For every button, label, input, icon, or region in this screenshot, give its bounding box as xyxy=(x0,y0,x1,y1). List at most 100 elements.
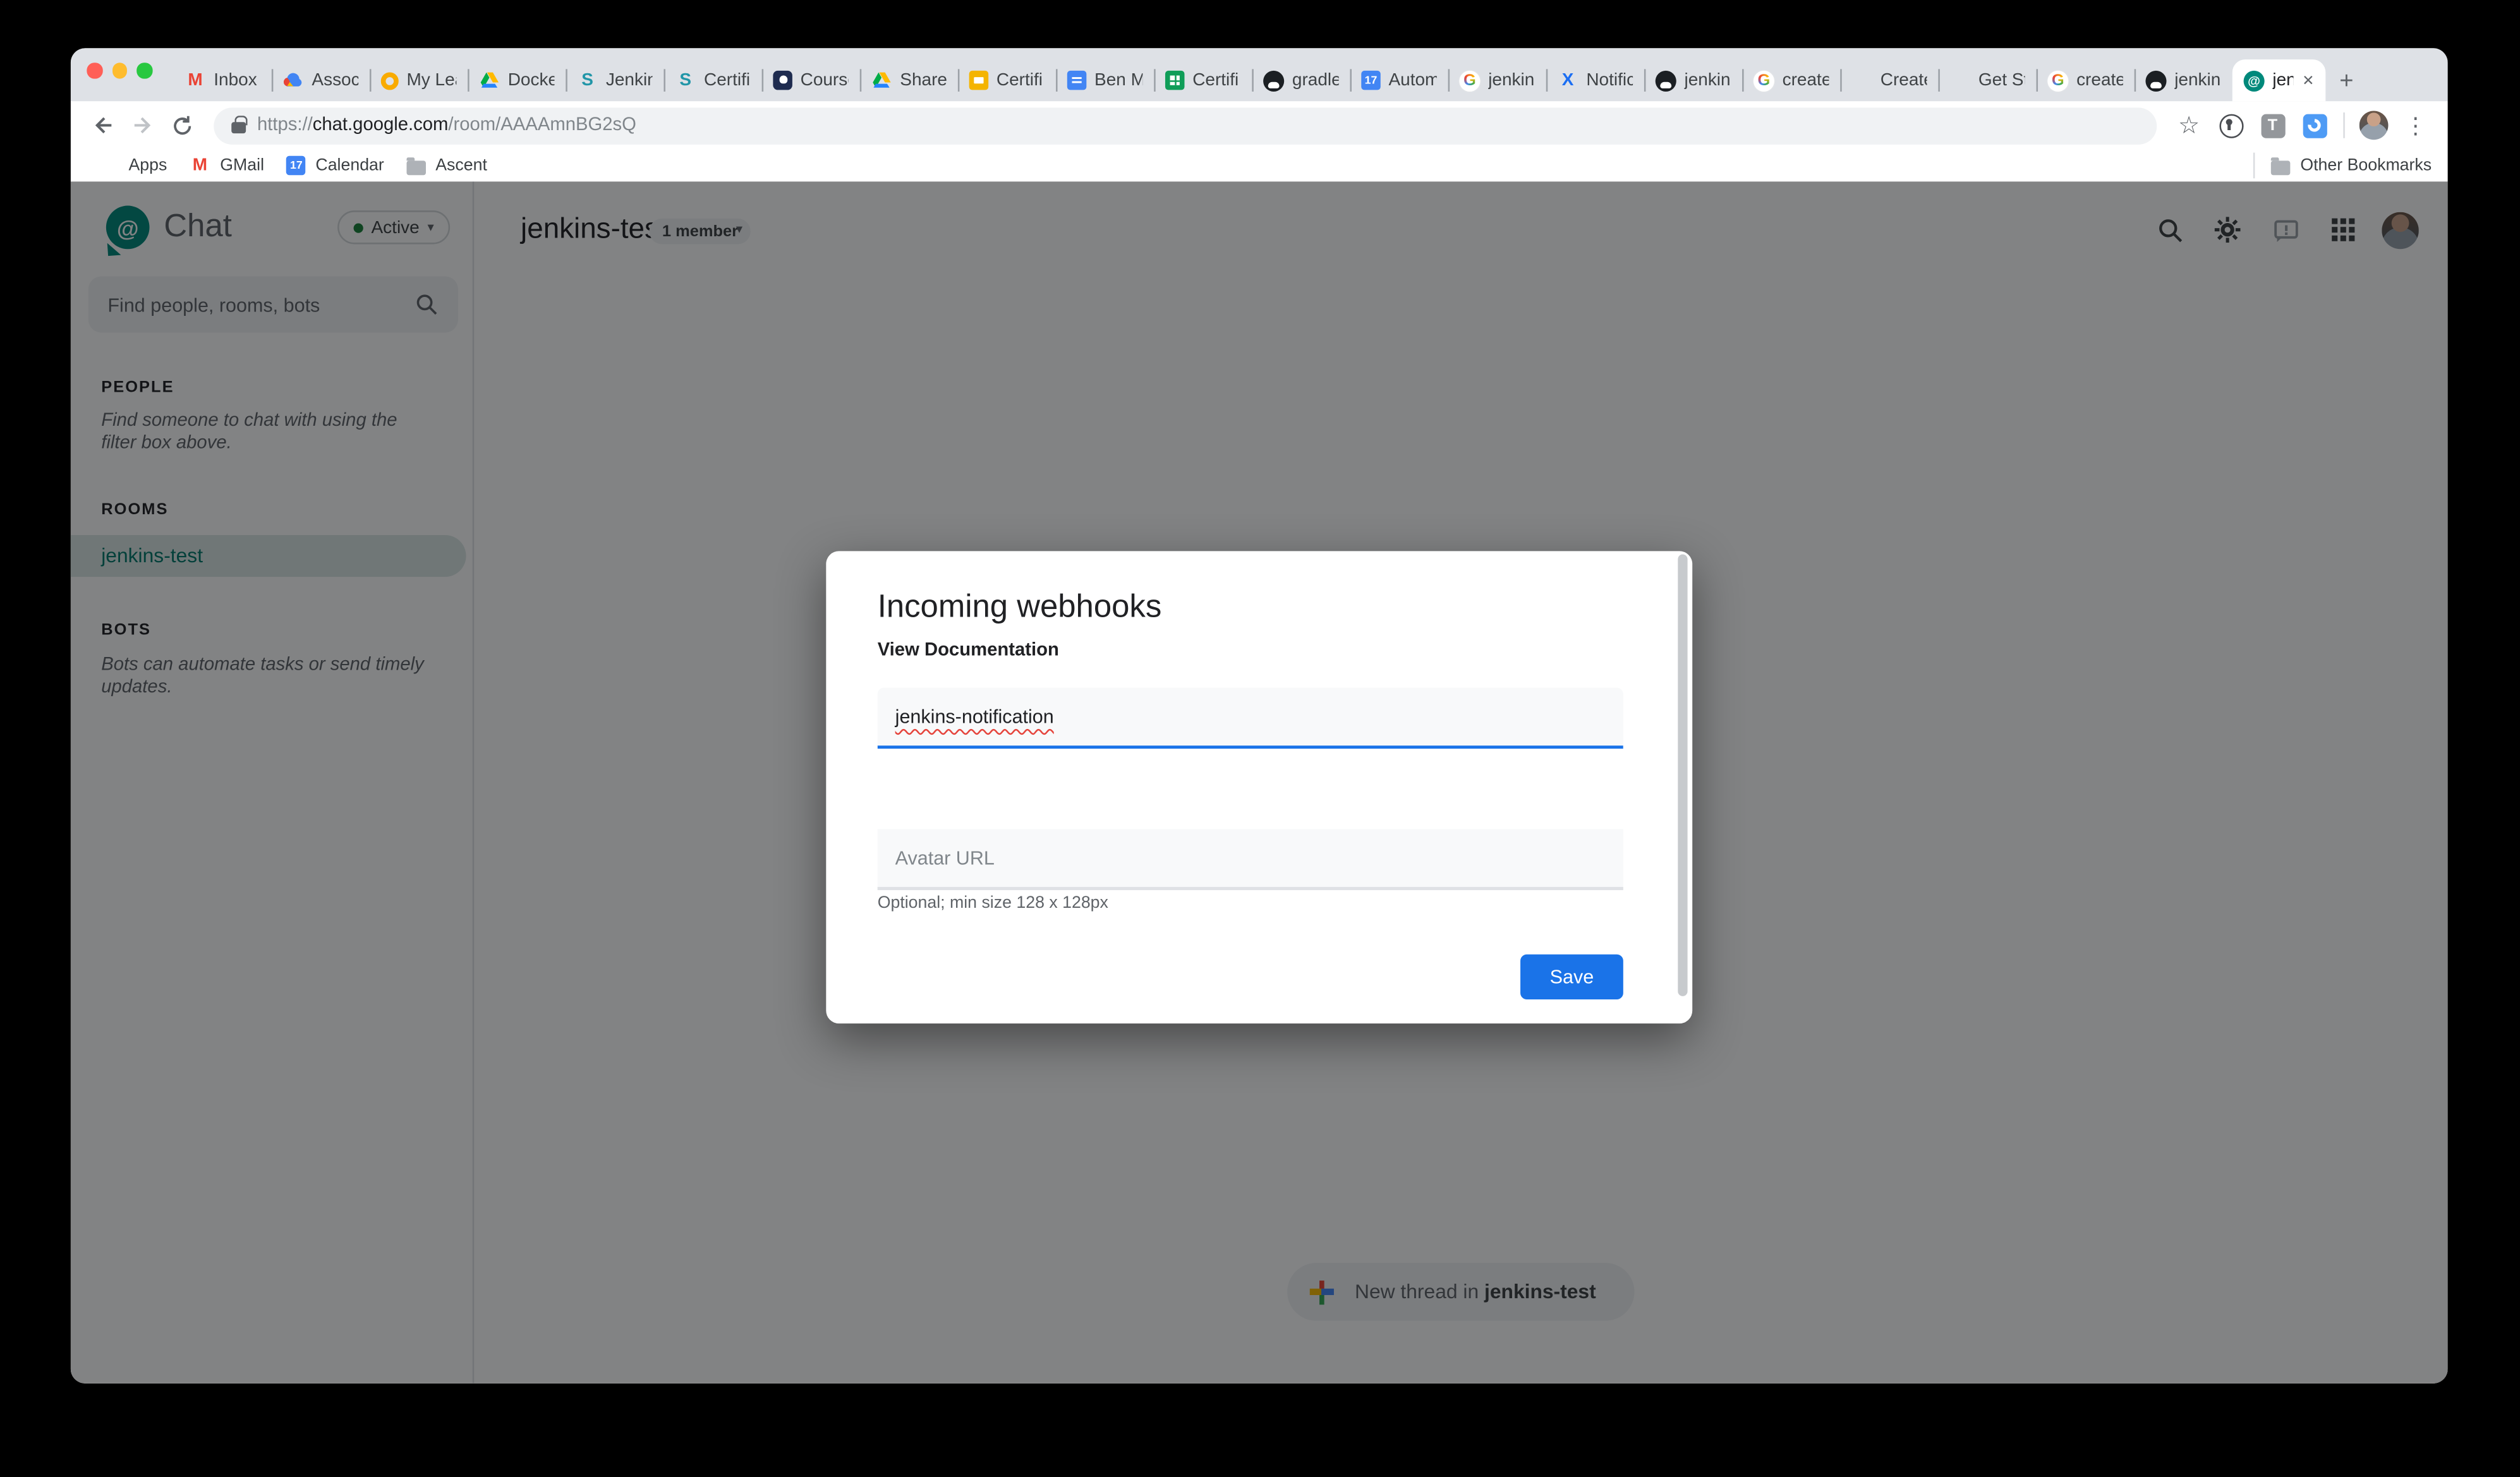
google-slides-icon xyxy=(969,71,989,90)
tab-jenkins[interactable]: SJenkins xyxy=(566,59,663,101)
tab-inbox-[interactable]: M Inbox ( xyxy=(174,59,272,101)
bookmark-apps[interactable]: Apps xyxy=(87,151,178,180)
slack-icon xyxy=(1949,70,1970,91)
dialog-title: Incoming webhooks xyxy=(878,589,1162,626)
lock-icon xyxy=(231,122,246,133)
tab-label: create xyxy=(2076,71,2123,90)
tab-label: jenkins xyxy=(2174,71,2221,90)
tab-certifi[interactable]: Certifi xyxy=(1154,59,1252,101)
browser-window: MInbox (AssociMy LeaDockerSJenkinsSCerti… xyxy=(71,48,2448,1384)
tab-label: create xyxy=(1783,71,1829,90)
browser-toolbar: https://chat.google.com/room/AAAAmnBG2sQ… xyxy=(71,101,2448,149)
tab-create[interactable]: Gcreate xyxy=(1742,59,1840,101)
swirl-extension-button[interactable] xyxy=(2295,106,2334,145)
tab-my-lea[interactable]: My Lea xyxy=(370,59,468,101)
google-chat-icon: @ xyxy=(2244,70,2265,91)
webhook-name-value: jenkins-notification xyxy=(895,706,1054,728)
traffic-lights xyxy=(87,63,152,78)
tab-shared[interactable]: Shared xyxy=(860,59,958,101)
blue-x-icon: X xyxy=(1558,70,1578,91)
tab-certifi[interactable]: SCertifi xyxy=(663,59,761,101)
tab-label: gradle xyxy=(1292,71,1339,90)
url-text: https://chat.google.com/room/AAAAmnBG2sQ xyxy=(257,116,636,135)
profile-button[interactable] xyxy=(2354,106,2393,145)
close-tab-icon[interactable]: ✕ xyxy=(2302,71,2314,89)
browser-menu-button[interactable]: ⋮ xyxy=(2396,106,2435,145)
tab-label: Course xyxy=(801,71,849,90)
tab-ben-m[interactable]: Ben M xyxy=(1056,59,1154,101)
reload-button[interactable] xyxy=(164,107,200,143)
folder-icon xyxy=(406,160,426,174)
tab-docker[interactable]: Docker xyxy=(468,59,566,101)
tab-jen[interactable]: @ jen ✕ xyxy=(2232,59,2326,101)
tab-certifi[interactable]: Certifi xyxy=(958,59,1056,101)
google-drive-icon xyxy=(871,70,892,91)
tab-label: jenkins xyxy=(1488,71,1535,90)
minimize-window-button[interactable] xyxy=(112,63,127,78)
onepassword-extension-button[interactable] xyxy=(2212,106,2250,145)
tab-get-st[interactable]: Get St xyxy=(1938,59,2036,101)
bookmark-calendar[interactable]: 17 Calendar xyxy=(276,151,396,180)
tab-autom[interactable]: 17 Autom xyxy=(1350,59,1448,101)
tab-associ[interactable]: Associ xyxy=(272,59,370,101)
tab-create[interactable]: Create xyxy=(1840,59,1938,101)
google-g-icon: G xyxy=(2047,70,2068,91)
course-icon xyxy=(773,71,792,90)
apps-grid-icon xyxy=(98,155,119,176)
close-window-button[interactable] xyxy=(87,63,102,78)
screen: MInbox (AssociMy LeaDockerSJenkinsSCerti… xyxy=(0,0,2520,1477)
save-button[interactable]: Save xyxy=(1520,955,1623,999)
tab-create[interactable]: Gcreate xyxy=(2036,59,2134,101)
incoming-webhooks-dialog: Incoming webhooks View Documentation jen… xyxy=(826,551,1692,1023)
tab-jenkins[interactable]: jenkins xyxy=(1644,59,1742,101)
back-button[interactable] xyxy=(83,107,120,143)
kebab-menu-icon: ⋮ xyxy=(2404,112,2427,139)
bookmarks-items: AppsMGMail 17 Calendar Ascent xyxy=(87,151,498,180)
tab-label: My Lea xyxy=(406,71,456,90)
toolbar-divider xyxy=(2343,112,2345,138)
bookmark-label: Calendar xyxy=(315,156,384,176)
profile-avatar xyxy=(2359,111,2389,140)
bookmark-star-button[interactable]: ☆ xyxy=(2170,106,2208,145)
google-g-icon: G xyxy=(1754,70,1774,91)
google-drive-icon xyxy=(479,70,500,91)
t-extension-button[interactable]: T xyxy=(2253,106,2292,145)
tab-label: jenkins xyxy=(1684,71,1731,90)
tab-jenkins[interactable]: jenkins xyxy=(2135,59,2232,101)
tab-course[interactable]: Course xyxy=(762,59,860,101)
gmail-icon: M xyxy=(185,70,205,91)
bookmarks-divider xyxy=(2254,153,2256,179)
forward-button[interactable] xyxy=(124,107,161,143)
tab-label: Inbox ( xyxy=(214,71,260,90)
google-cloud-icon xyxy=(283,70,304,91)
tab-label: Get St xyxy=(1978,71,2025,90)
tab-label: Autom xyxy=(1388,71,1436,90)
bookmark-label: Ascent xyxy=(435,156,487,176)
tab-jenkins[interactable]: Gjenkins xyxy=(1448,59,1546,101)
tab-label: Certifi xyxy=(1192,71,1240,90)
tab-label: Ben M xyxy=(1094,71,1142,90)
address-bar[interactable]: https://chat.google.com/room/AAAAmnBG2sQ xyxy=(214,107,2157,143)
tab-label: Associ xyxy=(312,71,358,90)
avatar-url-field xyxy=(878,829,1623,890)
tab-strip: MInbox (AssociMy LeaDockerSJenkinsSCerti… xyxy=(71,48,2448,101)
other-bookmarks[interactable]: Other Bookmarks xyxy=(2247,153,2432,179)
view-documentation-link[interactable]: View Documentation xyxy=(878,641,1059,661)
webhook-name-input[interactable]: jenkins-notification xyxy=(878,688,1623,749)
tab-gradle[interactable]: gradle xyxy=(1252,59,1350,101)
bookmark-ascent[interactable]: Ascent xyxy=(396,151,499,180)
zoom-window-button[interactable] xyxy=(136,63,152,78)
tab-label: Create xyxy=(1881,71,1927,90)
new-tab-button[interactable]: + xyxy=(2325,59,2367,101)
google-calendar-icon: 17 xyxy=(287,156,306,176)
swirl-extension-icon xyxy=(2302,113,2326,137)
avatar-url-input[interactable] xyxy=(895,847,1606,869)
tab-notific[interactable]: X Notific xyxy=(1546,59,1644,101)
bookmark-gmail[interactable]: MGMail xyxy=(178,151,276,180)
teal-s-icon: S xyxy=(577,70,598,91)
tab-label: jen xyxy=(2272,71,2294,90)
google-calendar-icon: 17 xyxy=(1361,71,1381,90)
dialog-scrollbar[interactable] xyxy=(1677,554,1687,996)
tab-label: Notific xyxy=(1586,71,1633,90)
google-docs-icon xyxy=(1067,71,1087,90)
